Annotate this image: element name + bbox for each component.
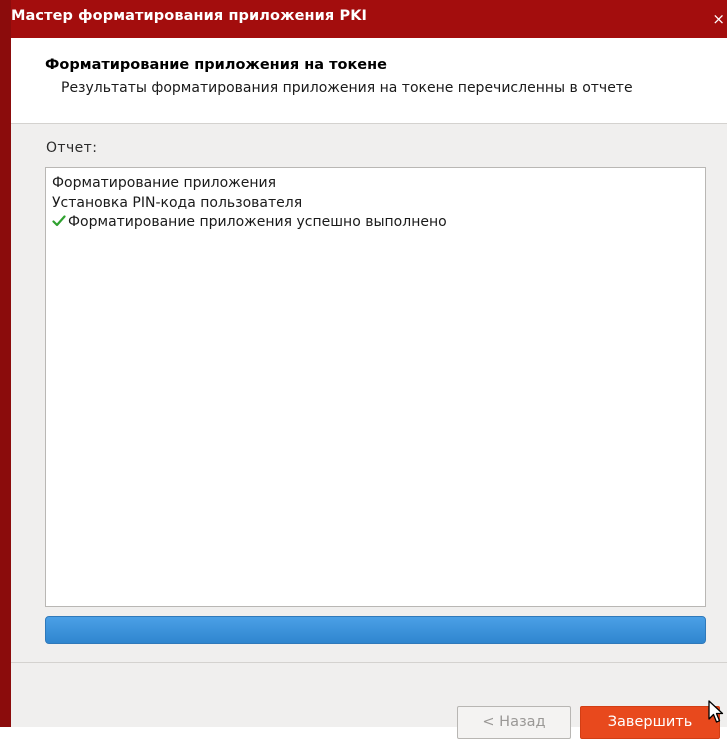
- back-button[interactable]: < Назад: [457, 706, 571, 739]
- report-label: Отчет:: [46, 140, 98, 156]
- mouse-pointer-icon: [708, 700, 724, 723]
- page-subtitle: Результаты форматирования приложения на …: [61, 80, 633, 96]
- progress-bar: [45, 616, 706, 644]
- finish-button[interactable]: Завершить: [580, 706, 720, 739]
- window-title: Мастер форматирования приложения PKI: [11, 8, 368, 24]
- check-icon: [52, 215, 66, 227]
- report-textarea[interactable]: Форматирование приложения Установка PIN-…: [45, 167, 706, 607]
- page-title: Форматирование приложения на токене: [45, 57, 387, 73]
- report-line-text: Форматирование приложения успешно выполн…: [68, 214, 447, 230]
- progress-fill: [46, 617, 705, 643]
- button-area-divider: [11, 662, 727, 663]
- close-icon[interactable]: ×: [712, 12, 725, 27]
- window-left-frame: [0, 0, 11, 727]
- report-line-text: Форматирование приложения: [52, 175, 277, 191]
- title-bar[interactable]: Мастер форматирования приложения PKI ×: [11, 0, 727, 38]
- wizard-window: Мастер форматирования приложения PKI × Ф…: [0, 0, 727, 739]
- wizard-header: Форматирование приложения на токене Резу…: [11, 38, 727, 124]
- report-line: Форматирование приложения: [52, 175, 276, 191]
- report-line: Форматирование приложения успешно выполн…: [52, 214, 447, 230]
- report-line: Установка PIN-кода пользователя: [52, 195, 302, 211]
- report-line-text: Установка PIN-кода пользователя: [52, 195, 303, 211]
